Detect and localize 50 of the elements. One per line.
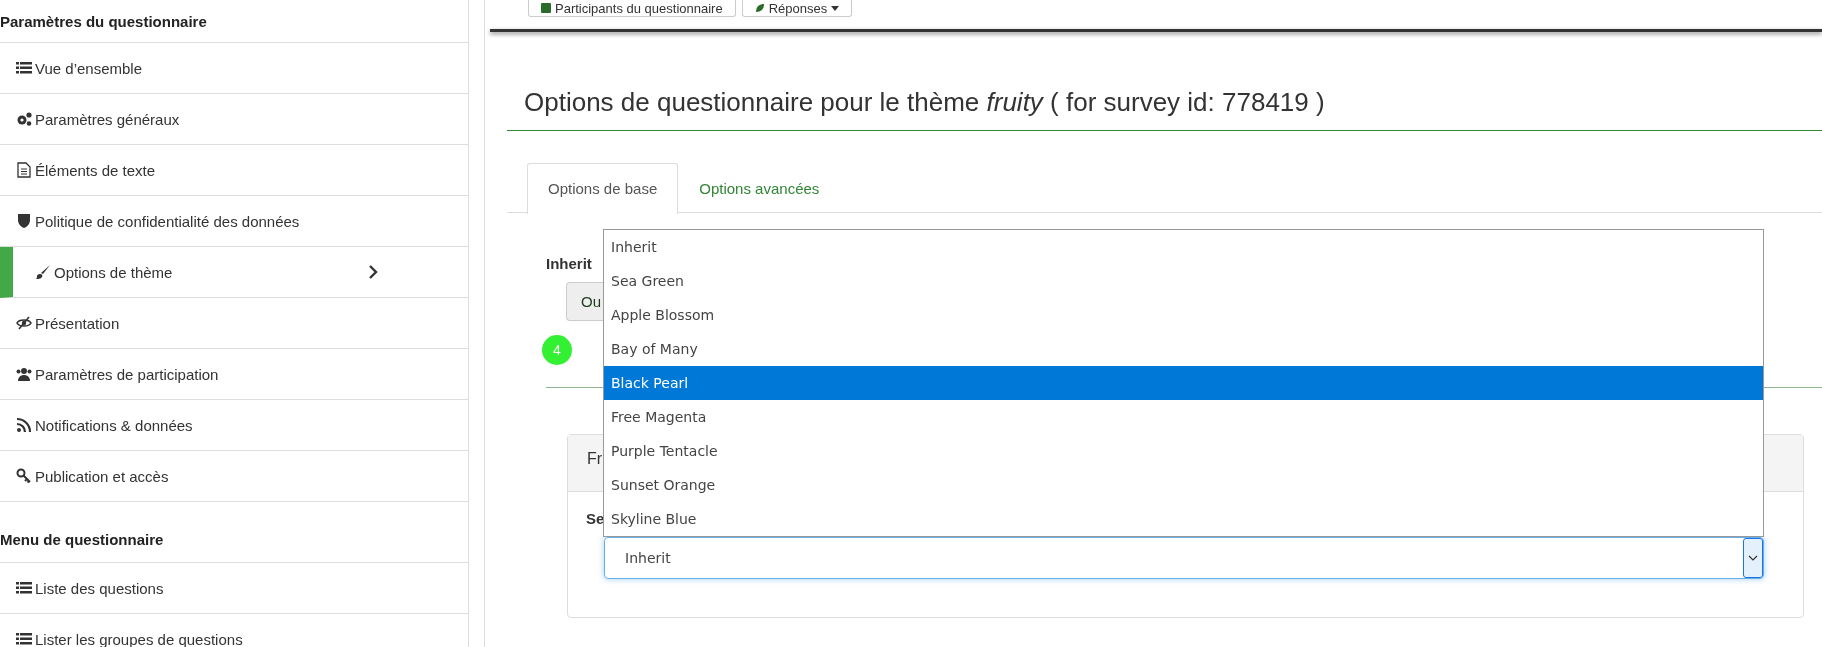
list-icon [16, 60, 32, 76]
sidebar-item[interactable]: Lister les groupes de questions [0, 614, 468, 647]
brush-icon [35, 264, 51, 280]
sidebar-item[interactable]: Éléments de texte [0, 145, 468, 196]
sidebar-heading: Menu de questionnaire [0, 502, 468, 563]
gears-icon [16, 111, 32, 127]
sidebar-item[interactable]: Options de thème [0, 247, 468, 298]
option-button[interactable]: Ou [566, 282, 604, 321]
field-label: Inherit [546, 255, 592, 273]
sidebar-item[interactable]: Notifications & données [0, 400, 468, 451]
dropdown-option[interactable]: Black Pearl [604, 366, 1763, 400]
sidebar-heading: Paramètres du questionnaire [0, 0, 468, 43]
chevron-right-icon [368, 265, 378, 279]
dropdown-option[interactable]: Bay of Many [604, 332, 1763, 366]
dropdown-option[interactable]: Sea Green [604, 264, 1763, 298]
sidebar-item[interactable]: Paramètres généraux [0, 94, 468, 145]
key-icon [16, 468, 32, 484]
page-title: Options de questionnaire pour le thème fruity ( for survey id: 778419 ) [524, 87, 1325, 117]
users-icon [16, 366, 32, 382]
square-icon [541, 3, 551, 13]
field-label: Se [586, 510, 605, 528]
chevron-down-icon [1748, 555, 1758, 561]
shield-icon [16, 213, 32, 229]
panel-heading: Fr [587, 450, 603, 467]
toolbar-button[interactable]: Participants du questionnaire [528, 0, 736, 17]
sidebar-item[interactable]: Publication et accès [0, 451, 468, 502]
dropdown-option[interactable]: Apple Blossom [604, 298, 1763, 332]
dropdown-option[interactable]: Inherit [604, 230, 1763, 264]
tab[interactable]: Options avancées [678, 163, 841, 212]
theme-select[interactable]: Inherit [604, 537, 1764, 579]
list-icon [16, 631, 32, 647]
sidebar-item[interactable]: Vue d’ensemble [0, 43, 468, 94]
sidebar-item[interactable]: Liste des questions [0, 563, 468, 614]
eye-slash-icon [16, 315, 32, 331]
rss-icon [16, 417, 32, 433]
dropdown-option[interactable]: Free Magenta [604, 400, 1763, 434]
tab[interactable]: Options de base [527, 163, 679, 214]
dropdown-option[interactable]: Purple Tentacle [604, 434, 1763, 468]
sidebar-item[interactable]: Présentation [0, 298, 468, 349]
leaf-icon [754, 3, 765, 13]
sidebar-item[interactable]: Politique de confidentialité des données [0, 196, 468, 247]
list-icon [16, 580, 32, 596]
dropdown-option[interactable]: Sunset Orange [604, 468, 1763, 502]
caret-icon [831, 5, 840, 11]
toolbar-button[interactable]: Réponses [741, 0, 853, 17]
dropdown-option[interactable]: Skyline Blue [604, 502, 1763, 536]
dropdown-toggle[interactable] [1743, 538, 1763, 578]
sidebar-item[interactable]: Paramètres de participation [0, 349, 468, 400]
count-badge: 4 [542, 335, 572, 365]
document-icon [16, 162, 32, 178]
